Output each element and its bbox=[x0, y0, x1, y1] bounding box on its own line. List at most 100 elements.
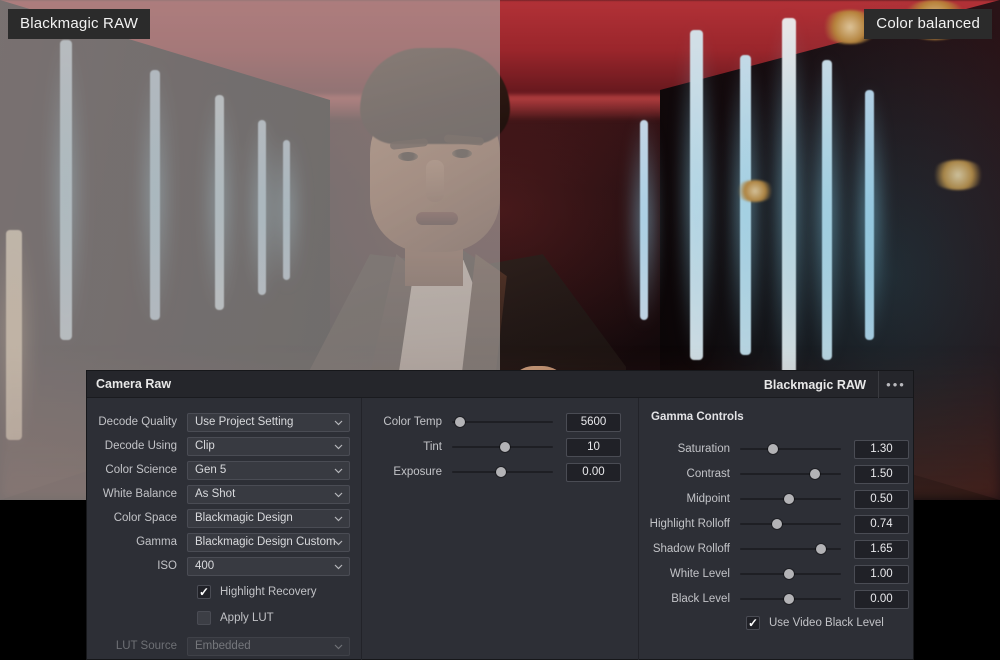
checkbox-row-apply-lut[interactable]: Apply LUT bbox=[197, 605, 361, 631]
value-gamma: Blackmagic Design Custom bbox=[188, 536, 336, 548]
label-decode-using: Decode Using bbox=[87, 440, 187, 452]
neon-tube bbox=[283, 140, 290, 280]
neon-tube bbox=[60, 40, 72, 340]
label-tint: Tint bbox=[367, 441, 452, 453]
badge-graded: Color balanced bbox=[864, 9, 992, 39]
slider-knob[interactable] bbox=[500, 442, 510, 452]
slider-knob[interactable] bbox=[784, 494, 794, 504]
select-color-space[interactable]: Blackmagic Design bbox=[187, 509, 350, 528]
slider-knob[interactable] bbox=[784, 569, 794, 579]
slider-row-saturation: Saturation 1.30 bbox=[643, 438, 913, 460]
label-gamma: Gamma bbox=[87, 536, 187, 548]
label-color-temp: Color Temp bbox=[367, 416, 452, 428]
gamma-controls-title: Gamma Controls bbox=[651, 411, 913, 423]
label-use-video-black-level: Use Video Black Level bbox=[769, 617, 884, 629]
label-highlight-recovery: Highlight Recovery bbox=[220, 586, 317, 598]
slider-knob[interactable] bbox=[496, 467, 506, 477]
label-iso: ISO bbox=[87, 560, 187, 572]
slider-shadow-rolloff[interactable] bbox=[740, 539, 841, 559]
row-color-space: Color Space Blackmagic Design bbox=[87, 507, 361, 530]
input-midpoint[interactable]: 0.50 bbox=[854, 490, 909, 509]
neon-tube bbox=[150, 70, 160, 320]
select-gamma[interactable]: Blackmagic Design Custom bbox=[187, 533, 350, 552]
slider-knob[interactable] bbox=[816, 544, 826, 554]
label-white-level: White Level bbox=[643, 568, 740, 580]
slider-rail bbox=[740, 523, 841, 525]
label-color-space: Color Space bbox=[87, 512, 187, 524]
label-color-science: Color Science bbox=[87, 464, 187, 476]
neon-tube bbox=[258, 120, 266, 295]
row-color-science: Color Science Gen 5 bbox=[87, 459, 361, 482]
slider-row-contrast: Contrast 1.50 bbox=[643, 463, 913, 485]
label-lut-source: LUT Source bbox=[87, 640, 187, 652]
row-decode-using: Decode Using Clip bbox=[87, 435, 361, 458]
slider-black-level[interactable] bbox=[740, 589, 841, 609]
panel-format-label: Blackmagic RAW bbox=[764, 378, 878, 392]
row-gamma: Gamma Blackmagic Design Custom bbox=[87, 531, 361, 554]
select-iso[interactable]: 400 bbox=[187, 557, 350, 576]
input-shadow-rolloff[interactable]: 1.65 bbox=[854, 540, 909, 559]
slider-row-midpoint: Midpoint 0.50 bbox=[643, 488, 913, 510]
select-decode-quality[interactable]: Use Project Setting bbox=[187, 413, 350, 432]
input-exposure[interactable]: 0.00 bbox=[566, 463, 621, 482]
row-iso: ISO 400 bbox=[87, 555, 361, 578]
input-white-level[interactable]: 1.00 bbox=[854, 565, 909, 584]
slider-row-tint: Tint 10 bbox=[367, 436, 638, 458]
value-decode-using: Clip bbox=[188, 440, 215, 452]
checkbox-use-video-black-level[interactable]: ✓ bbox=[746, 616, 760, 630]
row-lut-source: LUT Source Embedded bbox=[87, 635, 361, 658]
input-saturation[interactable]: 1.30 bbox=[854, 440, 909, 459]
label-highlight-rolloff: Highlight Rolloff bbox=[643, 518, 740, 530]
slider-contrast[interactable] bbox=[740, 464, 841, 484]
value-white-balance: As Shot bbox=[188, 488, 235, 500]
slider-midpoint[interactable] bbox=[740, 489, 841, 509]
checkbox-highlight-recovery[interactable]: ✓ bbox=[197, 585, 211, 599]
slider-tint[interactable] bbox=[452, 437, 553, 457]
checkbox-apply-lut[interactable] bbox=[197, 611, 211, 625]
chevron-down-icon bbox=[334, 538, 343, 547]
app-root: Blackmagic RAW Color balanced Camera Raw… bbox=[0, 0, 1000, 660]
slider-highlight-rolloff[interactable] bbox=[740, 514, 841, 534]
value-color-science: Gen 5 bbox=[188, 464, 226, 476]
input-contrast[interactable]: 1.50 bbox=[854, 465, 909, 484]
label-exposure: Exposure bbox=[367, 466, 452, 478]
checkbox-row-use-video-black-level[interactable]: ✓ Use Video Black Level bbox=[746, 616, 913, 630]
slider-rail bbox=[740, 448, 841, 450]
slider-knob[interactable] bbox=[768, 444, 778, 454]
slider-color-temp[interactable] bbox=[452, 412, 553, 432]
check-icon: ✓ bbox=[748, 617, 758, 629]
more-options-icon[interactable]: ••• bbox=[879, 371, 913, 398]
value-color-space: Blackmagic Design bbox=[188, 512, 293, 524]
input-highlight-rolloff[interactable]: 0.74 bbox=[854, 515, 909, 534]
input-color-temp[interactable]: 5600 bbox=[566, 413, 621, 432]
label-white-balance: White Balance bbox=[87, 488, 187, 500]
slider-row-exposure: Exposure 0.00 bbox=[367, 461, 638, 483]
badge-raw: Blackmagic RAW bbox=[8, 9, 150, 39]
slider-rail bbox=[740, 548, 841, 550]
input-black-level[interactable]: 0.00 bbox=[854, 590, 909, 609]
value-decode-quality: Use Project Setting bbox=[188, 416, 293, 428]
slider-rail bbox=[740, 473, 841, 475]
select-white-balance[interactable]: As Shot bbox=[187, 485, 350, 504]
slider-knob[interactable] bbox=[784, 594, 794, 604]
slider-white-level[interactable] bbox=[740, 564, 841, 584]
slider-saturation[interactable] bbox=[740, 439, 841, 459]
chevron-down-icon bbox=[334, 442, 343, 451]
chevron-down-icon bbox=[334, 562, 343, 571]
slider-knob[interactable] bbox=[810, 469, 820, 479]
chevron-down-icon bbox=[334, 514, 343, 523]
chevron-down-icon bbox=[334, 466, 343, 475]
select-decode-using[interactable]: Clip bbox=[187, 437, 350, 456]
checkbox-row-highlight-recovery[interactable]: ✓ Highlight Recovery bbox=[197, 579, 361, 605]
chevron-down-icon bbox=[334, 418, 343, 427]
slider-knob[interactable] bbox=[455, 417, 465, 427]
panel-header: Camera Raw Blackmagic RAW ••• bbox=[87, 371, 913, 398]
slider-knob[interactable] bbox=[772, 519, 782, 529]
color-temp-column: Color Temp 5600 Tint 10 bbox=[362, 398, 639, 660]
select-color-science[interactable]: Gen 5 bbox=[187, 461, 350, 480]
slider-exposure[interactable] bbox=[452, 462, 553, 482]
select-lut-source: Embedded bbox=[187, 637, 350, 656]
slider-row-color-temp: Color Temp 5600 bbox=[367, 411, 638, 433]
slider-row-black-level: Black Level 0.00 bbox=[643, 588, 913, 610]
input-tint[interactable]: 10 bbox=[566, 438, 621, 457]
